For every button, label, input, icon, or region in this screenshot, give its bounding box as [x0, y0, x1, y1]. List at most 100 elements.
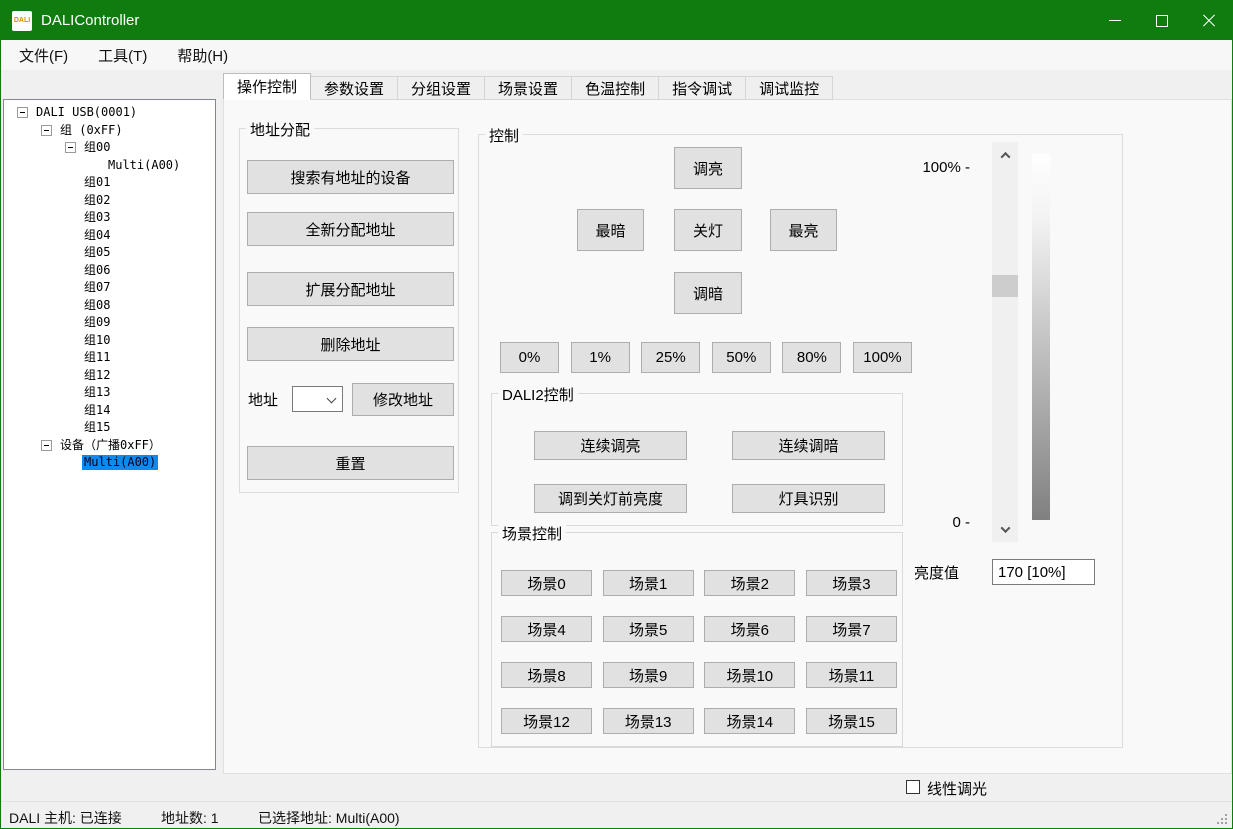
- tab-0[interactable]: 操作控制: [223, 73, 311, 100]
- scene-button-1[interactable]: 场景1: [603, 570, 694, 596]
- search-addressed-devices-button[interactable]: 搜索有地址的设备: [247, 160, 454, 194]
- tab-4[interactable]: 色温控制: [572, 76, 659, 100]
- chevron-down-icon: [1000, 523, 1010, 533]
- tree-item[interactable]: 组10: [4, 332, 215, 350]
- scroll-down-button[interactable]: [992, 516, 1018, 542]
- lamp-identify-button[interactable]: 灯具识别: [732, 484, 885, 513]
- scroll-up-button[interactable]: [992, 142, 1018, 168]
- linear-dim-checkbox[interactable]: [906, 780, 920, 794]
- scene-button-5[interactable]: 场景5: [603, 616, 694, 642]
- tab-2[interactable]: 分组设置: [398, 76, 485, 100]
- scene-button-9[interactable]: 场景9: [603, 662, 694, 688]
- tree-item[interactable]: 组 (0xFF): [4, 122, 215, 140]
- tab-3[interactable]: 场景设置: [485, 76, 572, 100]
- tree-item[interactable]: Multi(A00): [4, 157, 215, 175]
- scene-button-0[interactable]: 场景0: [501, 570, 592, 596]
- tree-item[interactable]: 组14: [4, 402, 215, 420]
- address-label: 地址: [248, 389, 278, 410]
- min-level-button[interactable]: 最暗: [577, 209, 644, 251]
- window-title: DALIController: [41, 12, 139, 29]
- maximize-button[interactable]: [1138, 1, 1185, 40]
- percent-button-80%[interactable]: 80%: [782, 342, 841, 373]
- assign-new-addresses-button[interactable]: 全新分配地址: [247, 212, 454, 246]
- tree-item[interactable]: 组09: [4, 314, 215, 332]
- tree-item[interactable]: 组05: [4, 244, 215, 262]
- tab-1[interactable]: 参数设置: [311, 76, 398, 100]
- device-tree: DALI USB(0001)组 (0xFF)组00Multi(A00)组01组0…: [3, 99, 216, 770]
- scrollbar-thumb[interactable]: [992, 275, 1018, 297]
- tree-item-label: 组08: [82, 298, 112, 313]
- scene-button-14[interactable]: 场景14: [704, 708, 795, 734]
- percent-button-100%[interactable]: 100%: [853, 342, 912, 373]
- scene-button-12[interactable]: 场景12: [501, 708, 592, 734]
- app-icon-text: DALI: [14, 17, 30, 24]
- tree-item[interactable]: 组08: [4, 297, 215, 315]
- brightness-scrollbar[interactable]: [992, 142, 1018, 542]
- menu-item[interactable]: 工具(T): [86, 42, 159, 69]
- tree-item[interactable]: 组04: [4, 227, 215, 245]
- tree-item[interactable]: Multi(A00): [4, 454, 215, 472]
- reset-button[interactable]: 重置: [247, 446, 454, 480]
- delete-address-button[interactable]: 删除地址: [247, 327, 454, 361]
- collapse-icon[interactable]: [41, 440, 52, 451]
- maximize-icon: [1156, 15, 1168, 27]
- tree-item[interactable]: 组13: [4, 384, 215, 402]
- tab-strip: 操作控制参数设置分组设置场景设置色温控制指令调试调试监控: [223, 73, 833, 100]
- tab-5[interactable]: 指令调试: [659, 76, 746, 100]
- close-button[interactable]: [1185, 1, 1232, 40]
- scene-button-10[interactable]: 场景10: [704, 662, 795, 688]
- scene-button-15[interactable]: 场景15: [806, 708, 897, 734]
- tree-item[interactable]: 组03: [4, 209, 215, 227]
- collapse-icon[interactable]: [17, 107, 28, 118]
- continuous-dim-down-button[interactable]: 连续调暗: [732, 431, 885, 460]
- dim-up-button[interactable]: 调亮: [674, 147, 742, 189]
- scene-button-2[interactable]: 场景2: [704, 570, 795, 596]
- minimize-button[interactable]: [1091, 1, 1138, 40]
- tree-item-label: Multi(A00): [82, 455, 158, 470]
- tree-item[interactable]: 组12: [4, 367, 215, 385]
- brightness-min-label: 0 -: [907, 514, 970, 531]
- scene-button-6[interactable]: 场景6: [704, 616, 795, 642]
- tree-item[interactable]: 组01: [4, 174, 215, 192]
- menu-item[interactable]: 文件(F): [7, 42, 80, 69]
- percent-button-25%[interactable]: 25%: [641, 342, 700, 373]
- resize-grip-icon[interactable]: [1225, 822, 1227, 824]
- tree-item[interactable]: DALI USB(0001): [4, 104, 215, 122]
- tree-item[interactable]: 组15: [4, 419, 215, 437]
- tree-item[interactable]: 组06: [4, 262, 215, 280]
- scene-button-7[interactable]: 场景7: [806, 616, 897, 642]
- collapse-icon[interactable]: [65, 142, 76, 153]
- scene-button-3[interactable]: 场景3: [806, 570, 897, 596]
- percent-button-0%[interactable]: 0%: [500, 342, 559, 373]
- scene-button-4[interactable]: 场景4: [501, 616, 592, 642]
- status-connection: DALI 主机: 已连接: [9, 808, 122, 828]
- modify-address-button[interactable]: 修改地址: [352, 383, 454, 416]
- tree-item[interactable]: 组00: [4, 139, 215, 157]
- max-level-button[interactable]: 最亮: [770, 209, 837, 251]
- scene-button-11[interactable]: 场景11: [806, 662, 897, 688]
- title-bar: DALI DALIController: [1, 1, 1232, 40]
- lamp-off-button[interactable]: 关灯: [674, 209, 742, 251]
- percent-button-50%[interactable]: 50%: [712, 342, 771, 373]
- scene-button-13[interactable]: 场景13: [603, 708, 694, 734]
- scene-button-8[interactable]: 场景8: [501, 662, 592, 688]
- extend-assign-addresses-button[interactable]: 扩展分配地址: [247, 272, 454, 306]
- dali-controller-window: DALI DALIController 文件(F)工具(T)帮助(H) DALI…: [0, 0, 1233, 829]
- address-allocation-group: 地址分配 搜索有地址的设备 全新分配地址 扩展分配地址 删除地址 地址 修改地址…: [239, 128, 459, 493]
- continuous-dim-up-button[interactable]: 连续调亮: [534, 431, 687, 460]
- percent-button-1%[interactable]: 1%: [571, 342, 630, 373]
- tree-item-label: 组02: [82, 193, 112, 208]
- tree-item[interactable]: 组11: [4, 349, 215, 367]
- brightness-value-box[interactable]: 170 [10%]: [992, 559, 1095, 585]
- menu-item[interactable]: 帮助(H): [165, 42, 240, 69]
- tree-item[interactable]: 组02: [4, 192, 215, 210]
- tab-6[interactable]: 调试监控: [746, 76, 833, 100]
- status-address-count: 地址数: 1: [161, 808, 219, 828]
- tree-item[interactable]: 组07: [4, 279, 215, 297]
- address-combobox[interactable]: [292, 386, 343, 412]
- address-group-title: 地址分配: [246, 119, 314, 140]
- tree-item[interactable]: 设备（广播0xFF）: [4, 437, 215, 455]
- goto-last-level-button[interactable]: 调到关灯前亮度: [534, 484, 687, 513]
- collapse-icon[interactable]: [41, 125, 52, 136]
- dim-down-button[interactable]: 调暗: [674, 272, 742, 314]
